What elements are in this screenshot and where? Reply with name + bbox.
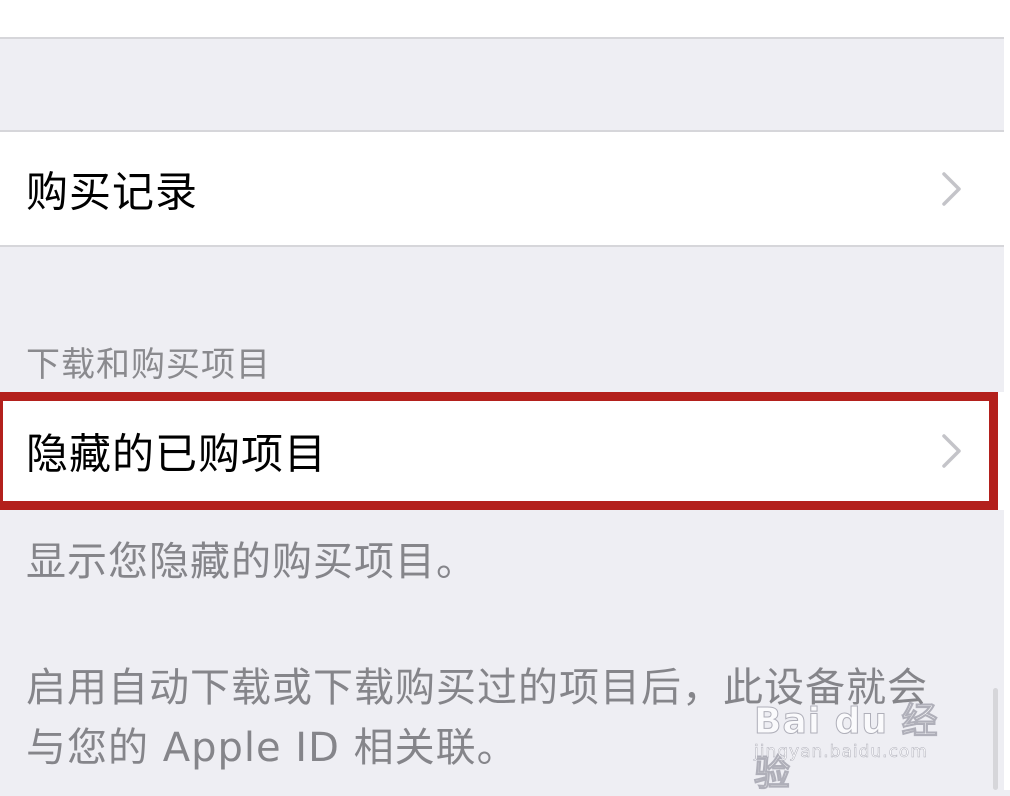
- purchase-history-row[interactable]: 购买记录: [0, 130, 1004, 247]
- hidden-purchases-footer: 显示您隐藏的购买项目。: [26, 539, 477, 585]
- top-settings-cell: [0, 0, 1004, 39]
- hidden-purchases-row[interactable]: 隐藏的已购项目: [0, 392, 1004, 510]
- scroll-indicator: [993, 688, 998, 790]
- hidden-purchases-label: 隐藏的已购项目: [26, 429, 328, 479]
- downloads-section-header: 下载和购买项目: [26, 345, 271, 385]
- watermark-url: jingyan.baidu.com: [754, 742, 928, 763]
- purchase-history-label: 购买记录: [26, 167, 199, 216]
- right-edge: [1004, 0, 1010, 790]
- chevron-right-icon: [940, 433, 964, 469]
- chevron-right-icon: [940, 171, 964, 207]
- baidu-jingyan-watermark: Bai du 经验 jingyan.baidu.com: [754, 692, 954, 795]
